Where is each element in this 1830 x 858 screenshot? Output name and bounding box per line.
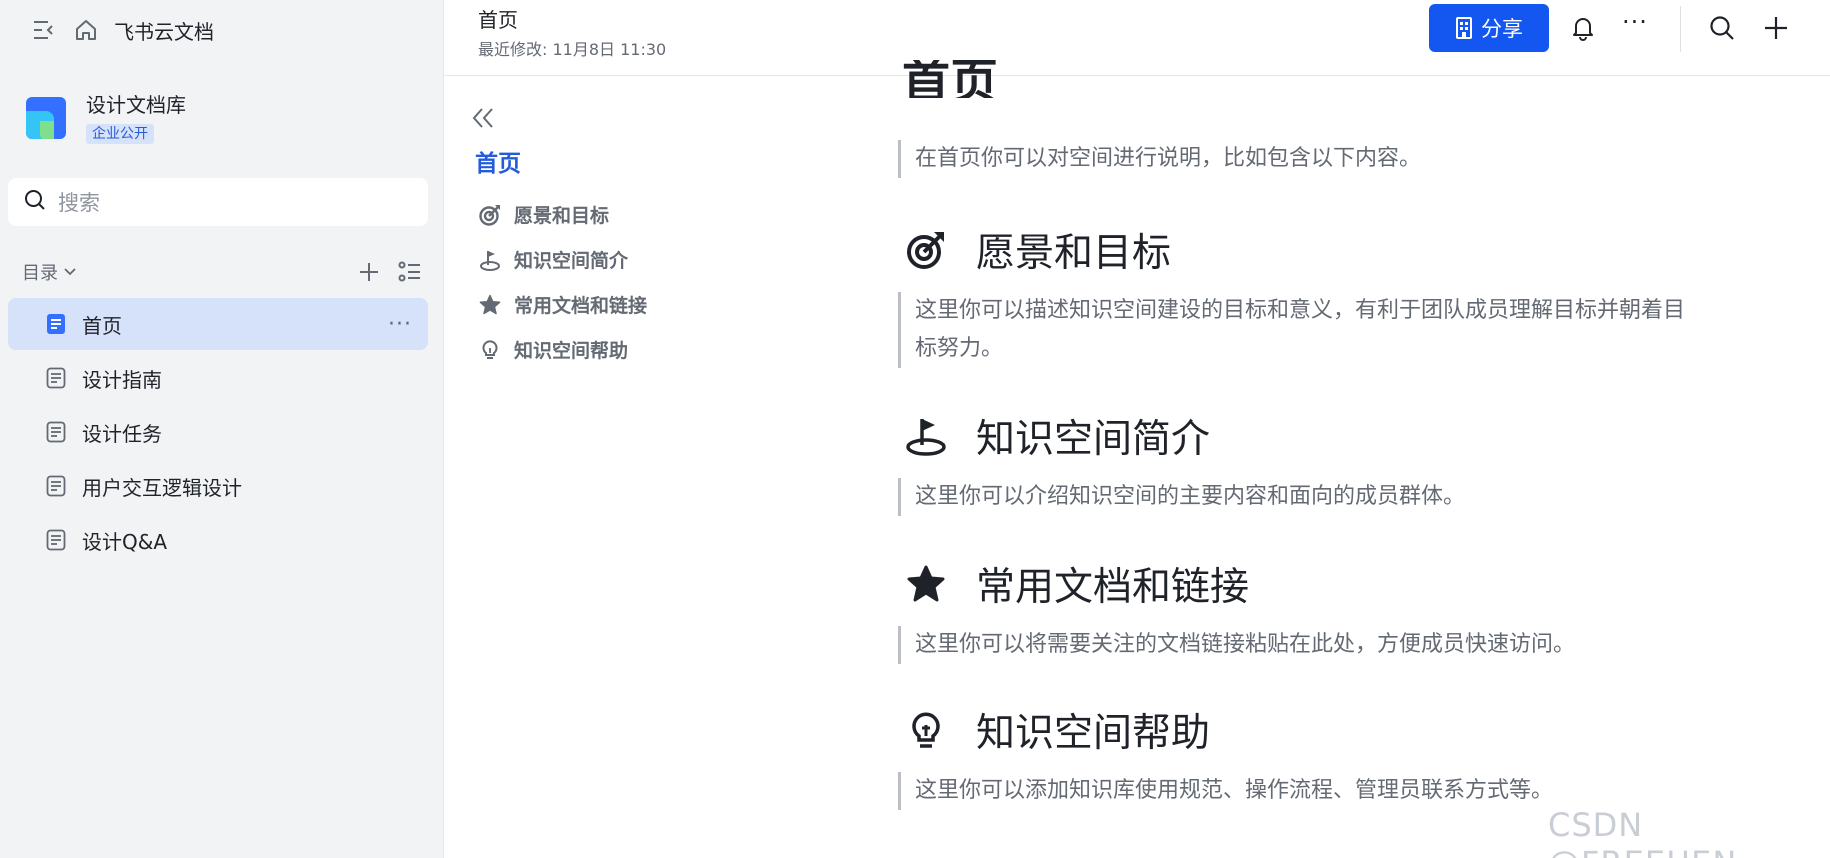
quote-text: 标努力。 [915, 336, 1004, 361]
doc-header: 首页 最近修改: 11月8日 11:30 分享 ··· [444, 0, 1830, 76]
quote-text: 在首页你可以对空间进行说明，比如包含以下内容。 [915, 146, 1422, 171]
star-icon [904, 562, 948, 606]
tree-item-home[interactable]: 首页 ··· [8, 298, 428, 350]
search-placeholder: 搜索 [58, 191, 100, 215]
heading-links[interactable]: 常用文档和链接 [904, 554, 1249, 614]
outline-item-intro[interactable]: 知识空间简介 [478, 237, 770, 282]
share-button[interactable]: 分享 [1429, 4, 1549, 52]
tree-item-label: 首页 [82, 313, 122, 338]
quote-text: 这里你可以介绍知识空间的主要内容和面向的成员群体。 [915, 484, 1466, 509]
links-quote[interactable]: 这里你可以将需要关注的文档链接粘贴在此处，方便成员快速访问。 [898, 626, 1575, 664]
outline-item-label: 知识空间简介 [514, 250, 629, 272]
tree-item-design-qa[interactable]: 设计Q&A [8, 514, 428, 566]
header-divider [1680, 6, 1681, 52]
outline-item-vision[interactable]: 愿景和目标 [478, 192, 770, 237]
tree-item-label: 设计Q&A [82, 529, 168, 554]
watermark: CSDN @FREEHEN [1548, 806, 1736, 858]
golf-icon [478, 248, 502, 272]
heading-text: 知识空间帮助 [976, 711, 1211, 756]
last-modified: 最近修改: 11月8日 11:30 [478, 40, 667, 59]
search-icon[interactable] [1708, 14, 1736, 42]
space-header[interactable]: 设计文档库 企业公开 [26, 92, 186, 144]
outline-current-title[interactable]: 首页 [475, 144, 770, 178]
tree-item-design-tasks[interactable]: 设计任务 [8, 406, 428, 458]
tree-item-label: 用户交互逻辑设计 [82, 475, 242, 500]
outline-item-label: 常用文档和链接 [514, 295, 648, 317]
intro-quote[interactable]: 在首页你可以对空间进行说明，比如包含以下内容。 [898, 140, 1421, 178]
doc-breadcrumb-title[interactable]: 首页 [478, 4, 518, 33]
quote-text: 这里你可以将需要关注的文档链接粘贴在此处，方便成员快速访问。 [915, 632, 1576, 657]
building-icon [1455, 17, 1481, 39]
search-icon [24, 189, 46, 215]
toc-header: 目录 [22, 258, 422, 286]
vision-quote[interactable]: 这里你可以描述知识空间建设的目标和意义，有利于团队成员理解目标并朝着目 标努力。 [898, 292, 1685, 368]
outline-item-label: 愿景和目标 [514, 205, 610, 227]
doc-filled-icon [46, 313, 66, 335]
outline-item-label: 知识空间帮助 [514, 340, 629, 362]
heading-text: 常用文档和链接 [976, 565, 1250, 610]
bell-icon[interactable] [1569, 14, 1597, 42]
heading-intro[interactable]: 知识空间简介 [904, 406, 1210, 466]
golf-icon [904, 414, 948, 458]
share-label: 分享 [1481, 17, 1523, 41]
tree-item-label: 设计任务 [82, 421, 162, 446]
star-icon [478, 293, 502, 317]
heading-vision[interactable]: 愿景和目标 [904, 220, 1171, 280]
more-icon[interactable]: ··· [1622, 8, 1648, 36]
home-icon[interactable] [72, 16, 100, 44]
target-icon [904, 228, 948, 272]
more-icon[interactable]: ··· [388, 312, 412, 337]
doc-outline: 首页 愿景和目标 知识空间简介 常用文档和链接 知识空间帮助 [470, 104, 770, 372]
heading-help[interactable]: 知识空间帮助 [904, 700, 1210, 760]
space-visibility-badge: 企业公开 [86, 124, 154, 144]
toc-label[interactable]: 目录 [22, 259, 58, 285]
doc-icon [46, 421, 66, 443]
target-icon [478, 203, 502, 227]
search-input[interactable]: 搜索 [8, 178, 428, 226]
doc-icon [46, 529, 66, 551]
outline-item-links[interactable]: 常用文档和链接 [478, 282, 770, 327]
chevron-down-icon[interactable] [64, 268, 76, 276]
intro-section-quote[interactable]: 这里你可以介绍知识空间的主要内容和面向的成员群体。 [898, 478, 1465, 516]
add-icon[interactable] [358, 261, 380, 283]
heading-text: 知识空间简介 [976, 417, 1211, 462]
doc-tree: 首页 ··· 设计指南 设计任务 用户交互逻辑设计 设计Q&A [8, 298, 428, 568]
doc-icon [46, 367, 66, 389]
tree-item-label: 设计指南 [82, 367, 162, 392]
outline-item-help[interactable]: 知识空间帮助 [478, 327, 770, 372]
tree-list-icon[interactable] [398, 261, 422, 283]
tree-item-design-guide[interactable]: 设计指南 [8, 352, 428, 404]
heading-text: 愿景和目标 [976, 231, 1172, 276]
brand-name[interactable]: 飞书云文档 [114, 16, 214, 45]
quote-text: 这里你可以添加知识库使用规范、操作流程、管理员联系方式等。 [915, 778, 1554, 803]
sidebar-top: 飞书云文档 [30, 14, 214, 46]
add-icon[interactable] [1762, 14, 1790, 42]
collapse-sidebar-icon[interactable] [30, 16, 58, 44]
collapse-outline-icon[interactable] [470, 104, 498, 132]
help-quote[interactable]: 这里你可以添加知识库使用规范、操作流程、管理员联系方式等。 [898, 772, 1553, 810]
bulb-icon [904, 708, 948, 752]
quote-text: 这里你可以描述知识空间建设的目标和意义，有利于团队成员理解目标并朝着目 [915, 298, 1686, 323]
doc-icon [46, 475, 66, 497]
bulb-icon [478, 338, 502, 362]
space-logo [26, 97, 66, 139]
sidebar: 飞书云文档 设计文档库 企业公开 搜索 目录 首页 ··· 设计指南 设计任务 … [0, 0, 444, 858]
space-name: 设计文档库 [86, 93, 186, 117]
tree-item-interaction-logic[interactable]: 用户交互逻辑设计 [8, 460, 428, 512]
